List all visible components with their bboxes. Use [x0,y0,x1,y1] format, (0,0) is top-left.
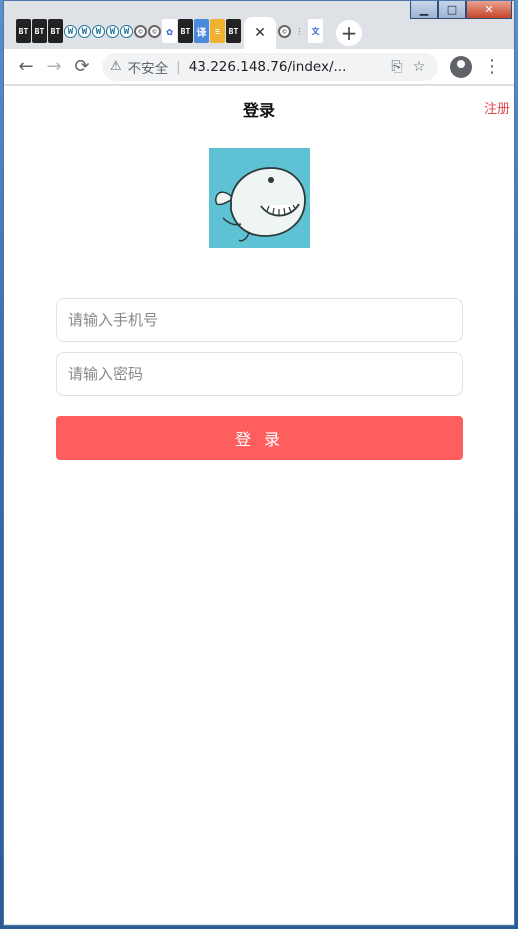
page-header: 登录 注册 [4,86,514,126]
register-link[interactable]: 注册 [484,98,510,117]
page-content: 登录 注册 登 录 [4,86,514,924]
forward-button[interactable]: → [40,53,68,81]
url-text[interactable]: 43.226.148.76/index/... [189,59,386,75]
whale-icon [209,148,310,248]
close-tab-icon[interactable]: ✕ [254,25,266,41]
phone-input[interactable] [56,298,463,342]
tab-baidu[interactable]: ✿ [162,19,177,43]
tab-wordpress-3[interactable]: W [92,25,105,38]
tab-stack[interactable]: ≡ [210,19,225,43]
tab-wordpress-4[interactable]: W [106,25,119,38]
tab-translate[interactable]: 译 [194,19,209,43]
whale-logo [209,148,310,248]
tab-bt-4[interactable]: BT [178,19,193,43]
tab-bt-2[interactable]: BT [32,19,47,43]
new-tab-button[interactable]: + [336,20,362,46]
tab-generic-3[interactable]: © [278,25,291,38]
address-bar[interactable]: ⚠ 不安全 | 43.226.148.76/index/... ⎘ ☆ [102,52,438,81]
tab-overflow[interactable]: ⋮ [292,19,307,43]
tab-wordpress-2[interactable]: W [78,25,91,38]
tab-strip: BT BT BT W W W W W © © ✿ BT 译 ≡ BT ✕ © ⋮… [4,13,514,49]
password-input[interactable] [56,352,463,396]
tab-generic-2[interactable]: © [148,25,161,38]
tab-wordpress-5[interactable]: W [120,25,133,38]
browser-toolbar: ← → ⟳ ⚠ 不安全 | 43.226.148.76/index/... ⎘ … [4,49,514,85]
login-form: 登 录 [56,298,463,460]
page-title: 登录 [242,101,275,120]
menu-icon[interactable]: ⋮ [478,53,506,81]
bookmark-star-icon[interactable]: ☆ [408,59,430,75]
back-button[interactable]: ← [12,53,40,81]
tab-wordpress-1[interactable]: W [64,25,77,38]
reload-button[interactable]: ⟳ [68,53,96,81]
login-button[interactable]: 登 录 [56,416,463,460]
tab-bt-3[interactable]: BT [48,19,63,43]
insecure-label[interactable]: 不安全 [128,57,169,77]
tab-doc[interactable]: 文 [308,19,323,43]
warning-icon[interactable]: ⚠ [110,59,122,74]
tab-generic-1[interactable]: © [134,25,147,38]
omnibox-separator: | [176,58,181,75]
browser-window: ▁ □ ✕ BT BT BT W W W W W © © ✿ BT 译 ≡ BT… [3,0,515,926]
tab-bt-5[interactable]: BT [226,19,241,43]
active-tab[interactable]: ✕ [244,17,276,49]
tab-bt-1[interactable]: BT [16,19,31,43]
profile-avatar-icon[interactable] [450,55,472,78]
translate-icon[interactable]: ⎘ [386,59,408,75]
